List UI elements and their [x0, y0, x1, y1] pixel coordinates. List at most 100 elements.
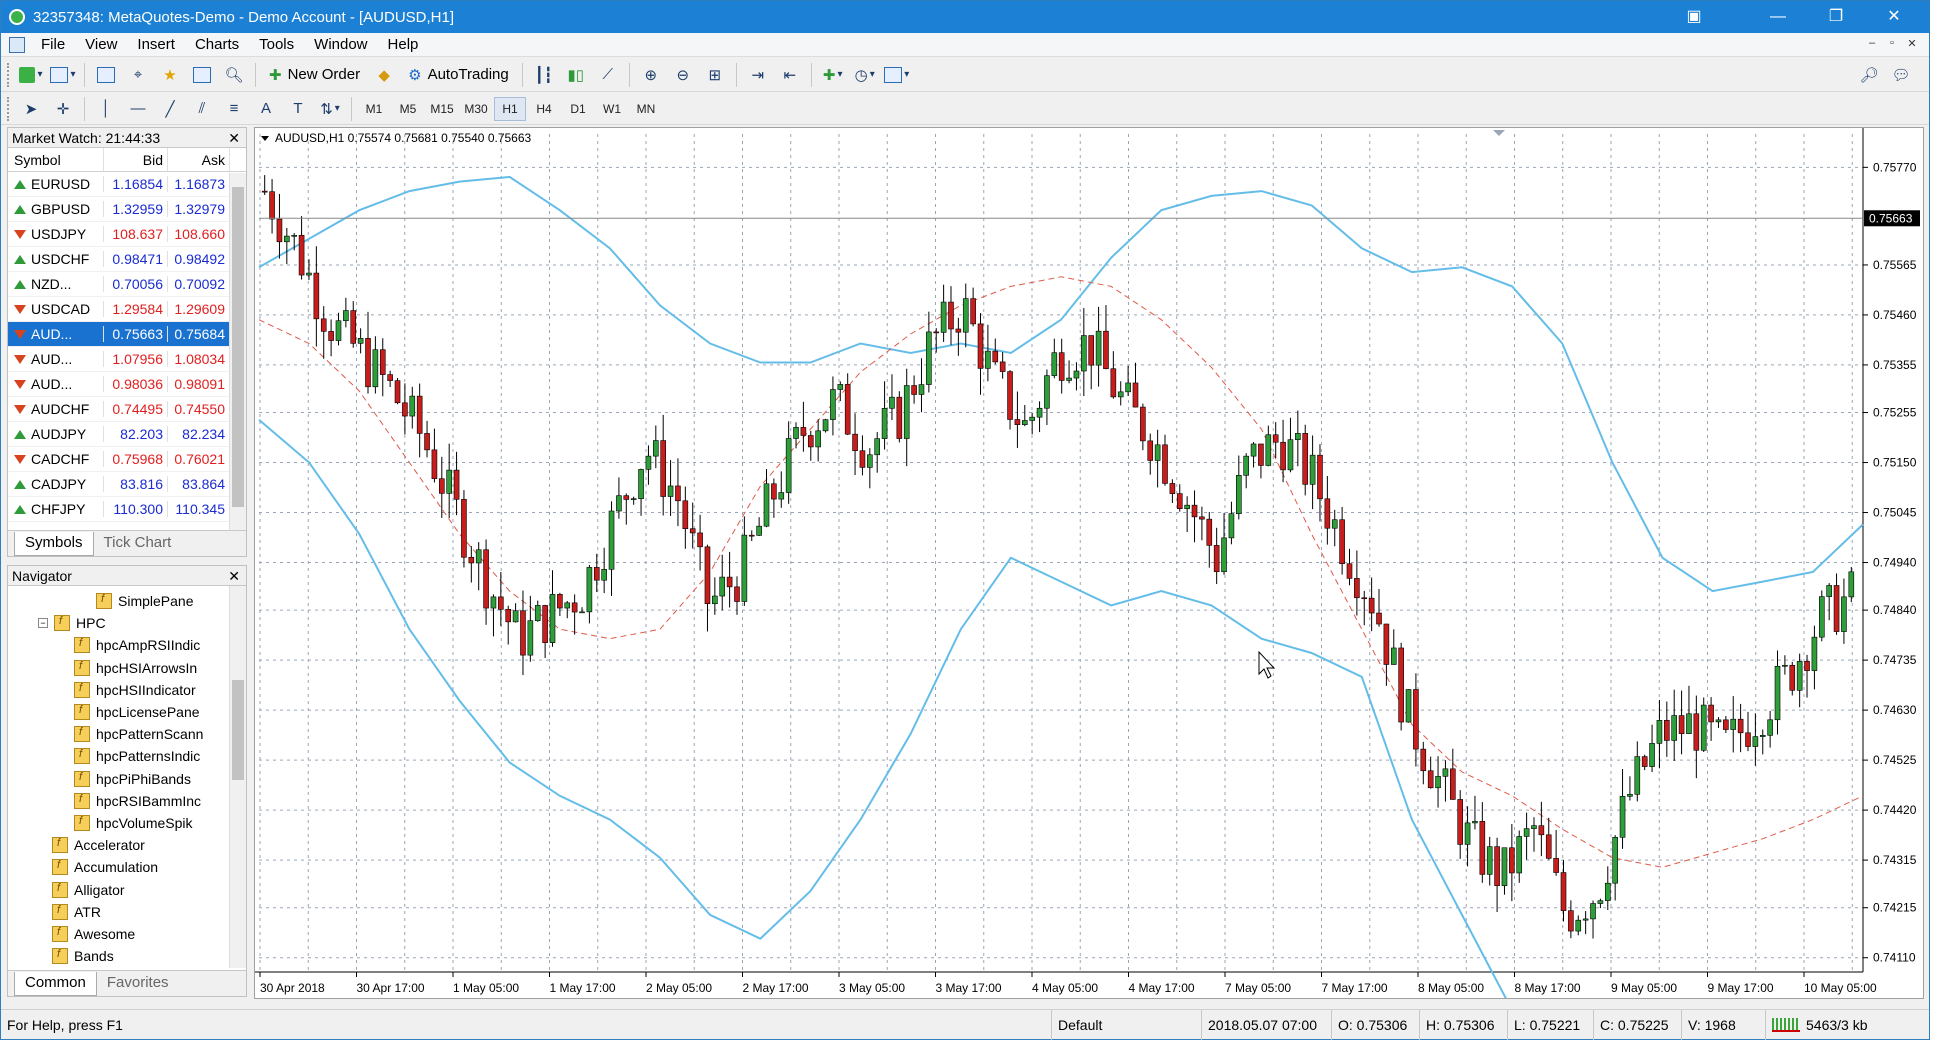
market-watch-row[interactable]: GBPUSD 1.32959 1.32979: [8, 197, 246, 222]
timeframe-h4[interactable]: H4: [528, 97, 560, 121]
navigator-toggle[interactable]: ★: [156, 62, 184, 88]
market-watch-row[interactable]: AUDJPY 82.203 82.234: [8, 422, 246, 447]
crosshair-button[interactable]: ✛: [49, 96, 77, 122]
data-window-toggle[interactable]: ⌖: [124, 62, 152, 88]
navigator-item[interactable]: ATR: [52, 901, 101, 923]
market-watch-row[interactable]: USDCHF 0.98471 0.98492: [8, 247, 246, 272]
line-chart-button[interactable]: ⟋: [594, 62, 622, 88]
cursor-button[interactable]: ➤: [17, 96, 45, 122]
navigator-item[interactable]: hpcPatternScann: [74, 723, 203, 745]
close-icon[interactable]: ✕: [228, 566, 240, 586]
collapse-icon[interactable]: −: [38, 618, 48, 629]
market-watch-toggle[interactable]: [92, 62, 120, 88]
autoscroll-button[interactable]: ⇥: [744, 62, 772, 88]
market-watch-row[interactable]: EURUSD 1.16854 1.16873: [8, 172, 246, 197]
timeframe-m1[interactable]: M1: [358, 97, 390, 121]
timeframe-m5[interactable]: M5: [392, 97, 424, 121]
zoom-in-button[interactable]: ⊕: [637, 62, 665, 88]
toolbar-grip[interactable]: [7, 62, 11, 87]
timeframe-mn[interactable]: MN: [630, 97, 662, 121]
navigator-item[interactable]: hpcVolumeSpik: [74, 812, 193, 834]
autotrading-button[interactable]: ⚙ AutoTrading: [402, 62, 515, 88]
timeframe-m30[interactable]: M30: [460, 97, 492, 121]
terminal-toggle[interactable]: [188, 62, 216, 88]
menu-help[interactable]: Help: [378, 36, 429, 53]
scrollbar-thumb[interactable]: [232, 680, 244, 780]
navigator-item[interactable]: Awesome: [52, 923, 135, 945]
column-bid[interactable]: Bid: [104, 148, 168, 171]
candlesticks-button[interactable]: ▮▯: [562, 62, 590, 88]
fibonacci-button[interactable]: ≡: [220, 96, 248, 122]
horizontal-line-button[interactable]: —: [124, 96, 152, 122]
price-chart[interactable]: 0.75770 0.75565 0.75460 0.75355 0.75255 0.751…: [255, 128, 1923, 998]
timeframe-d1[interactable]: D1: [562, 97, 594, 121]
menu-insert[interactable]: Insert: [127, 36, 185, 53]
strategy-tester-toggle[interactable]: 🔍︎: [220, 62, 248, 88]
market-watch-row[interactable]: CADCHF 0.75968 0.76021: [8, 447, 246, 472]
new-chart-button[interactable]: ▾: [17, 62, 45, 88]
navigator-item[interactable]: Alligator: [52, 879, 125, 901]
navigator-item[interactable]: hpcPatternsIndic: [74, 745, 200, 767]
navigator-item[interactable]: hpcPiPhiBands: [74, 768, 191, 790]
column-ask[interactable]: Ask: [168, 148, 230, 171]
templates-button[interactable]: ▾: [883, 62, 911, 88]
navigator-item[interactable]: hpcAmpRSIIndic: [74, 634, 200, 656]
timeframe-h1[interactable]: H1: [494, 96, 526, 121]
menu-file[interactable]: File: [31, 36, 75, 53]
navigator-item[interactable]: − HPC: [38, 612, 106, 634]
restore-small-icon[interactable]: ▣: [1667, 1, 1721, 33]
maximize-button[interactable]: ❐: [1809, 1, 1863, 33]
mdi-restore-button[interactable]: ▫: [1883, 37, 1901, 53]
menu-tools[interactable]: Tools: [249, 36, 304, 53]
market-watch-row[interactable]: CHFJPY 110.300 110.345: [8, 497, 246, 522]
metaeditor-button[interactable]: ◆: [370, 62, 398, 88]
market-watch-row[interactable]: AUD... 0.98036 0.98091: [8, 372, 246, 397]
close-icon[interactable]: ✕: [228, 128, 240, 148]
market-watch-row[interactable]: AUD... 0.75663 0.75684: [8, 322, 246, 347]
arrows-button[interactable]: ⇅ ▾: [316, 96, 344, 122]
status-traffic[interactable]: 5463/3 kb: [1765, 1010, 1868, 1040]
tile-windows-button[interactable]: ⊞: [701, 62, 729, 88]
navigator-item[interactable]: Bears: [52, 967, 111, 968]
tab-symbols[interactable]: Symbols: [14, 532, 94, 556]
navigator-item[interactable]: Accelerator: [52, 834, 145, 856]
equidistant-channel-button[interactable]: ⫽: [188, 96, 216, 122]
search-button[interactable]: 🔎︎: [1855, 62, 1883, 88]
vertical-line-button[interactable]: │: [92, 96, 120, 122]
zoom-out-button[interactable]: ⊖: [669, 62, 697, 88]
indicators-button[interactable]: ✚ ▾: [819, 62, 847, 88]
navigator-item[interactable]: SimplePane: [96, 590, 194, 612]
market-watch-row[interactable]: NZD... 0.70056 0.70092: [8, 272, 246, 297]
new-order-button[interactable]: ✚ New Order: [263, 62, 366, 88]
navigator-item[interactable]: hpcRSIBammInc: [74, 790, 201, 812]
chat-button[interactable]: 💬︎: [1887, 62, 1915, 88]
tab-tick-chart[interactable]: Tick Chart: [94, 532, 182, 556]
navigator-item[interactable]: Bands: [52, 945, 114, 967]
market-watch-row[interactable]: CADJPY 83.816 83.864: [8, 472, 246, 497]
market-watch-row[interactable]: AUD... 1.07956 1.08034: [8, 347, 246, 372]
minimize-button[interactable]: —: [1751, 1, 1805, 33]
trendline-button[interactable]: ╱: [156, 96, 184, 122]
mdi-minimize-button[interactable]: –: [1863, 37, 1881, 53]
scrollbar-thumb[interactable]: [232, 187, 244, 507]
tab-common[interactable]: Common: [14, 972, 97, 996]
bar-chart-button[interactable]: ┃┇: [530, 62, 558, 88]
timeframe-w1[interactable]: W1: [596, 97, 628, 121]
navigator-item[interactable]: Accumulation: [52, 856, 158, 878]
menu-window[interactable]: Window: [304, 36, 377, 53]
market-watch-scrollbar[interactable]: [229, 173, 246, 531]
column-symbol[interactable]: Symbol: [8, 148, 104, 171]
navigator-item[interactable]: hpcHSIIndicator: [74, 679, 196, 701]
tab-favorites[interactable]: Favorites: [97, 972, 179, 996]
navigator-item[interactable]: hpcLicensePane: [74, 701, 200, 723]
chart-shift-button[interactable]: ⇤: [776, 62, 804, 88]
toolbar-grip[interactable]: [7, 96, 11, 121]
chart-window[interactable]: 0.75770 0.75565 0.75460 0.75355 0.75255 0.751…: [254, 127, 1924, 999]
text-button[interactable]: A: [252, 96, 280, 122]
market-watch-row[interactable]: USDCAD 1.29584 1.29609: [8, 297, 246, 322]
document-icon[interactable]: [9, 36, 25, 53]
navigator-item[interactable]: hpcHSIArrowsIn: [74, 657, 197, 679]
navigator-scrollbar[interactable]: [229, 586, 246, 968]
text-label-button[interactable]: T: [284, 96, 312, 122]
periods-button[interactable]: ◷ ▾: [851, 62, 879, 88]
